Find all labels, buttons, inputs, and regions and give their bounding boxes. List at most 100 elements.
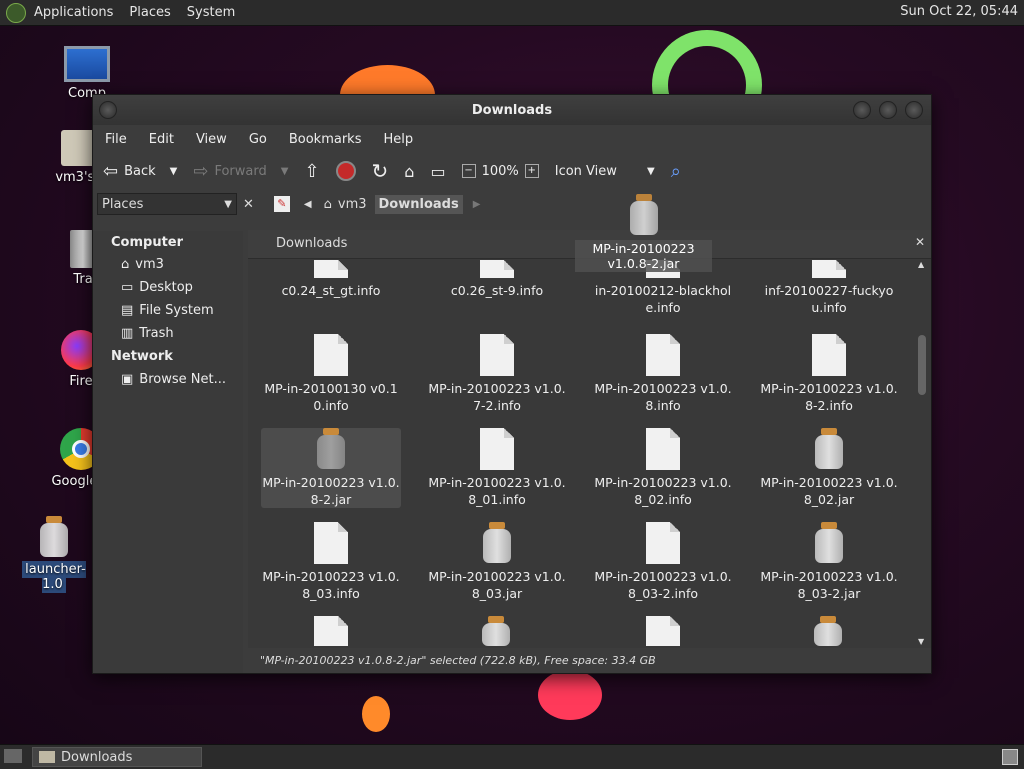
sidebar-item-vm3[interactable]: ⌂ vm3 <box>121 257 164 272</box>
desktop-icon-label: Tra <box>73 272 93 287</box>
scroll-down-icon[interactable]: ▼ <box>918 637 924 646</box>
menu-file[interactable]: File <box>105 132 127 147</box>
computer-icon[interactable]: ▭ <box>430 162 445 181</box>
menu-view[interactable]: View <box>196 132 227 147</box>
system-menu[interactable]: System <box>187 5 235 20</box>
distro-logo-icon[interactable] <box>6 2 26 23</box>
file-item[interactable]: MP-in-20100223 v1.0.8_02.info <box>593 428 733 508</box>
desktop-icon-label: Fire <box>69 374 93 389</box>
file-item[interactable]: MP-in-20100223 v1.0.8-2.info <box>759 334 899 414</box>
file-item[interactable]: MP-in-20100223 v1.0.8_03.info <box>261 522 401 602</box>
window-titlebar[interactable]: Downloads <box>93 95 931 125</box>
desktop-icon-launcher[interactable]: launcher-1.0 <box>12 516 96 593</box>
jar-icon <box>813 428 845 470</box>
breadcrumb-downloads[interactable]: Downloads <box>374 194 463 214</box>
breadcrumb-vm3[interactable]: vm3 <box>338 197 367 212</box>
menu-edit[interactable]: Edit <box>149 132 174 147</box>
show-desktop-icon[interactable] <box>4 749 22 763</box>
jar-lid <box>323 428 339 435</box>
scroll-up-icon[interactable]: ▲ <box>918 260 924 269</box>
document-icon[interactable] <box>646 616 680 646</box>
sidebar-item-file-system[interactable]: ▤ File System <box>121 303 214 318</box>
places-selector[interactable]: Places ▼ <box>97 193 237 215</box>
drag-label: MP-in-20100223 v1.0.8-2.jar <box>575 240 712 272</box>
chevron-down-icon[interactable]: ▼ <box>281 166 289 177</box>
file-name: MP-in-20100223 v1.0.8_01.info <box>428 475 566 507</box>
sidebar: Computer ⌂ vm3 ▭ Desktop ▤ File System ▥… <box>93 231 243 673</box>
applications-menu[interactable]: Applications <box>34 5 113 20</box>
scrollbar[interactable]: ▲ ▼ <box>916 260 928 646</box>
forward-button[interactable]: ⇨ Forward ▼ <box>193 161 288 182</box>
view-mode-select[interactable]: Icon View ▼ <box>555 164 655 179</box>
desktop-icon-computer[interactable]: Comp <box>42 46 132 101</box>
window-menu-button[interactable] <box>99 101 117 119</box>
home-icon[interactable]: ⌂ <box>404 162 414 181</box>
reload-icon[interactable]: ↻ <box>372 159 389 183</box>
taskbar-item-downloads[interactable]: Downloads <box>32 747 202 767</box>
document-icon <box>314 260 348 278</box>
bottom-panel: Downloads <box>0 744 1024 769</box>
file-name: MP-in-20100223 v1.0.8_03-2.info <box>594 569 732 601</box>
sidebar-item-trash[interactable]: ▥ Trash <box>121 326 174 341</box>
file-item[interactable]: MP-in-20100223 v1.0.8_02.jar <box>759 428 899 508</box>
jar-lid <box>635 194 652 201</box>
file-item[interactable]: MP-in-20100223 v1.0.7-2.info <box>427 334 567 414</box>
file-item[interactable]: MP-in-20100130 v0.10.info <box>261 334 401 414</box>
back-label: Back <box>124 163 156 179</box>
zoom-in-icon[interactable]: + <box>524 164 539 178</box>
jar-icon[interactable] <box>812 616 844 646</box>
document-icon <box>480 428 514 470</box>
zoom-out-icon[interactable]: − <box>461 164 476 178</box>
workspace-switcher[interactable] <box>1002 749 1018 765</box>
jar-lid <box>46 516 62 523</box>
document-icon <box>646 334 680 376</box>
menu-help[interactable]: Help <box>383 132 413 147</box>
file-name: MP-in-20100223 v1.0.7-2.info <box>428 381 566 413</box>
minimize-button[interactable] <box>853 101 871 119</box>
file-item[interactable]: MP-in-20100223 v1.0.8_01.info <box>427 428 567 508</box>
file-item[interactable]: MP-in-20100223 v1.0.8_03.jar <box>427 522 567 602</box>
document-icon <box>646 428 680 470</box>
file-item[interactable]: MP-in-20100223 v1.0.8_03-2.info <box>593 522 733 602</box>
close-button[interactable] <box>905 101 923 119</box>
sidebar-item-browse-network[interactable]: ▣ Browse Net... <box>121 372 226 387</box>
chevron-down-icon: ▼ <box>224 198 232 210</box>
chevron-down-icon[interactable]: ▼ <box>170 166 178 177</box>
close-sidebar-icon[interactable]: ✕ <box>243 197 254 212</box>
file-name: MP-in-20100223 v1.0.8_03.jar <box>428 569 566 601</box>
jar-lid <box>821 522 837 529</box>
crumb-right-arrow-icon[interactable]: ▶ <box>473 199 481 210</box>
file-item[interactable]: MP-in-20100223 v1.0.8.info <box>593 334 733 414</box>
clock[interactable]: Sun Oct 22, 05:44 <box>900 4 1018 19</box>
chrome-icon-center <box>72 440 90 458</box>
file-name: MP-in-20100223 v1.0.8_03-2.jar <box>760 569 898 601</box>
crumb-left-arrow-icon[interactable]: ◀ <box>304 199 312 210</box>
jar-icon[interactable] <box>480 616 512 646</box>
file-item[interactable]: c0.26_st-9.info <box>427 260 567 299</box>
stop-icon[interactable] <box>335 161 356 181</box>
home-folder-icon: ⌂ <box>121 257 130 272</box>
location-bar: Places ▼ ✕ ✎ ◀ ⌂ vm3 Downloads ▶ <box>93 189 931 219</box>
up-arrow-icon[interactable]: ⇧ <box>304 161 319 182</box>
top-panel: Applications Places System Sun Oct 22, 0… <box>0 0 1024 26</box>
places-menu[interactable]: Places <box>129 5 170 20</box>
file-item[interactable]: c0.24_st_gt.info <box>261 260 401 299</box>
sidebar-item-desktop[interactable]: ▭ Desktop <box>121 280 193 295</box>
sidebar-item-label: File System <box>139 303 214 318</box>
edit-location-icon[interactable]: ✎ <box>273 196 290 212</box>
forward-arrow-icon: ⇨ <box>193 160 209 182</box>
toolbar: ⇦ Back ▼ ⇨ Forward ▼ ⇧ ↻ ⌂ ▭ − 100% + Ic… <box>93 153 931 189</box>
file-item[interactable]: inf-20100227-fuckyou.info <box>759 260 899 316</box>
maximize-button[interactable] <box>879 101 897 119</box>
menu-go[interactable]: Go <box>249 132 267 147</box>
back-button[interactable]: ⇦ Back ▼ <box>103 161 177 182</box>
file-name: in-20100212-blackhole.info <box>594 283 732 315</box>
document-icon[interactable] <box>314 616 348 646</box>
file-item[interactable]: MP-in-20100223 v1.0.8_03-2.jar <box>759 522 899 602</box>
computer-icon <box>64 46 110 82</box>
search-icon[interactable]: ⌕ <box>671 161 681 182</box>
scroll-thumb[interactable] <box>918 335 926 395</box>
file-item[interactable]: MP-in-20100223 v1.0.8-2.jar <box>261 428 401 508</box>
close-pane-icon[interactable]: ✕ <box>915 235 925 249</box>
menu-bookmarks[interactable]: Bookmarks <box>289 132 362 147</box>
